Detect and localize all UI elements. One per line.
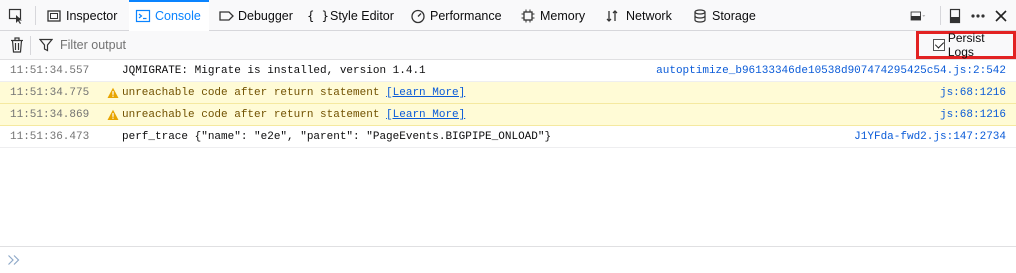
message-text: unreachable code after return statement (122, 87, 387, 99)
message-timestamp: 11:51:34.869 (10, 109, 90, 121)
message-text-wrap: unreachable code after return statement … (122, 87, 465, 99)
warning-icon (107, 87, 119, 99)
message-text: unreachable code after return statement (122, 109, 387, 121)
console-message: 11:51:36.473 perf_trace {"name": "e2e", … (0, 126, 1016, 148)
devtools-toolbar: Inspector Console Debugger { } Style Edi… (0, 0, 1016, 31)
tab-storage[interactable]: Storage (692, 0, 762, 31)
console-warning-message: 11:51:34.869 unreachable code after retu… (0, 104, 1016, 126)
console-filter-bar (0, 31, 1016, 60)
more-options-icon (970, 8, 986, 24)
persist-logs-label: Persist Logs (947, 31, 985, 59)
learn-more-link[interactable]: [Learn More] (386, 87, 465, 99)
tab-inspector[interactable]: Inspector (44, 0, 126, 31)
prompt-chevron-icon (7, 254, 21, 266)
message-timestamp: 11:51:34.775 (10, 87, 90, 99)
more-options-button[interactable] (970, 0, 990, 31)
learn-more-link[interactable]: [Learn More] (386, 109, 465, 121)
message-source-link[interactable]: js:68:1216 (940, 109, 1006, 121)
close-icon (994, 8, 1008, 24)
pick-element-button[interactable] (6, 0, 30, 31)
toolbar-divider (35, 6, 36, 25)
message-timestamp: 11:51:36.473 (10, 131, 90, 143)
filter-output-input[interactable] (60, 36, 860, 54)
tab-label: Performance (430, 8, 502, 23)
pick-element-icon (8, 8, 24, 24)
trash-icon (11, 37, 23, 53)
tab-debugger[interactable]: Debugger (218, 0, 298, 31)
dock-options-button[interactable] (906, 0, 934, 31)
console-output: 11:51:34.557 JQMIGRATE: Migrate is insta… (0, 60, 1016, 148)
tab-label: Memory (540, 8, 586, 23)
memory-icon (520, 8, 536, 24)
message-source-link[interactable]: autoptimize_b96133346de10538d90747429542… (656, 65, 1006, 77)
tab-network[interactable]: Network (606, 0, 676, 31)
undock-icon (947, 8, 963, 24)
persist-logs-toggle[interactable]: Persist Logs (916, 31, 1016, 59)
braces-icon: { } (307, 8, 329, 23)
message-text-wrap: unreachable code after return statement … (122, 109, 465, 121)
tab-label: Style Editor (330, 8, 394, 23)
debugger-icon (218, 8, 234, 24)
message-source-link[interactable]: J1YFda-fwd2.js:147:2734 (854, 131, 1006, 143)
warning-icon (107, 109, 119, 121)
tab-label: Console (155, 8, 201, 23)
tab-memory[interactable]: Memory (520, 0, 590, 31)
tab-label: Network (626, 8, 672, 23)
tab-label: Debugger (238, 8, 293, 23)
network-icon (606, 8, 622, 24)
clear-console-button[interactable] (9, 37, 25, 53)
tab-label: Storage (712, 8, 756, 23)
console-input[interactable] (0, 246, 1016, 273)
inspector-icon (46, 8, 62, 24)
console-icon (135, 8, 151, 24)
message-timestamp: 11:51:34.557 (10, 65, 90, 77)
tab-console[interactable]: Console (129, 0, 209, 31)
message-text: perf_trace {"name": "e2e", "parent": "Pa… (122, 131, 552, 143)
close-devtools-button[interactable] (994, 0, 1012, 31)
tab-style-editor[interactable]: { } Style Editor (307, 0, 400, 31)
filter-toggle-button[interactable] (38, 37, 54, 53)
message-source-link[interactable]: js:68:1216 (940, 87, 1006, 99)
split-console-button[interactable] (948, 0, 966, 31)
filter-icon (39, 38, 53, 52)
dock-layout-icon (910, 8, 926, 24)
filter-divider (30, 36, 31, 55)
toolbar-divider (940, 6, 941, 25)
storage-icon (692, 8, 708, 24)
console-warning-message: 11:51:34.775 unreachable code after retu… (0, 82, 1016, 104)
tab-performance[interactable]: Performance (410, 0, 510, 31)
message-text: JQMIGRATE: Migrate is installed, version… (122, 65, 426, 77)
console-message: 11:51:34.557 JQMIGRATE: Migrate is insta… (0, 60, 1016, 82)
persist-logs-checkbox[interactable] (933, 39, 945, 51)
tab-label: Inspector (66, 8, 118, 23)
performance-icon (410, 8, 426, 24)
